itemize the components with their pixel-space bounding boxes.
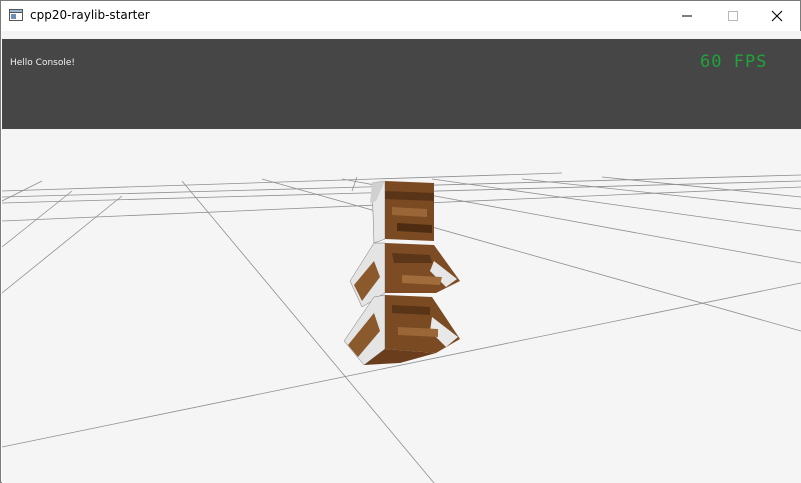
- title-bar[interactable]: cpp20-raylib-starter: [1, 1, 800, 31]
- close-icon: [771, 10, 783, 22]
- maximize-icon: [728, 11, 738, 21]
- render-viewport[interactable]: Hello Console! 60 FPS: [2, 31, 801, 483]
- fps-counter: 60 FPS: [700, 52, 768, 72]
- close-button[interactable]: [754, 1, 800, 31]
- minimize-icon: [682, 15, 692, 17]
- maximize-button[interactable]: [710, 1, 756, 31]
- app-window: cpp20-raylib-starter Hello Console! 60 F…: [0, 0, 801, 483]
- console-panel: Hello Console! 60 FPS: [2, 39, 801, 129]
- viewport-top-strip: [2, 31, 801, 39]
- window-title: cpp20-raylib-starter: [30, 8, 150, 22]
- stacked-cubes: [343, 180, 460, 366]
- minimize-button[interactable]: [664, 1, 710, 31]
- console-text: Hello Console!: [10, 58, 76, 68]
- window-app-icon: [9, 9, 23, 21]
